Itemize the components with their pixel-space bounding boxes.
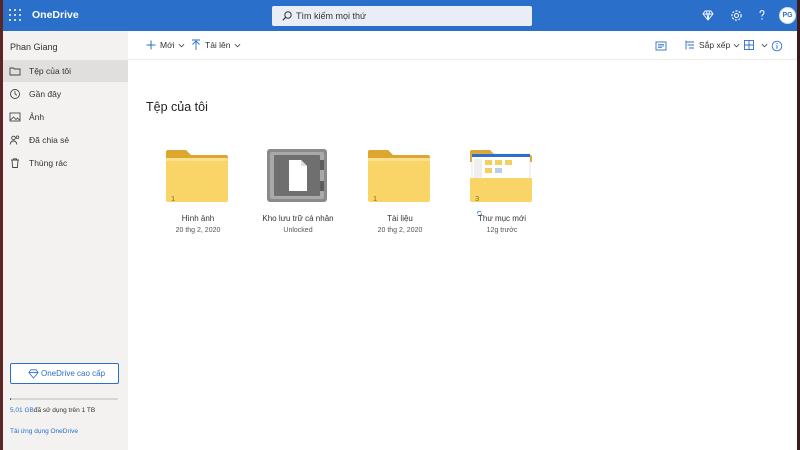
sidebar: Phan Giang Tệp của tôi Gần đây Ảnh Đã ch… xyxy=(0,31,128,450)
storage-meter-fill xyxy=(10,398,11,400)
folder-tile[interactable]: 3 Thư mục mới 12g trước xyxy=(452,148,552,248)
sidebar-item-label: Ảnh xyxy=(29,112,45,122)
main-content: Tệp của tôi 1 Hình ảnh 20 thg 2, 2020 Kh… xyxy=(128,60,778,450)
tile-name[interactable]: Tài liệu xyxy=(350,214,450,223)
upload-button-label: Tải lên xyxy=(205,40,231,50)
tile-name[interactable]: Kho lưu trữ cá nhân xyxy=(248,214,348,223)
sidebar-item-recent[interactable]: Gần đây xyxy=(0,83,128,105)
chevron-down-icon xyxy=(761,43,768,47)
storage-total: đã sử dụng trên 1 TB xyxy=(33,407,96,414)
details-pane-icon[interactable] xyxy=(655,40,667,52)
top-bar: OneDrive PG xyxy=(0,0,800,31)
folder-tile[interactable]: 1 Tài liệu 20 thg 2, 2020 xyxy=(350,148,450,248)
premium-diamond-icon xyxy=(28,369,39,379)
vault-status: Unlocked xyxy=(283,227,313,234)
premium-diamond-icon[interactable] xyxy=(701,8,715,22)
page-title: Tệp của tôi xyxy=(146,100,208,114)
app-title[interactable]: OneDrive xyxy=(32,9,79,21)
window-frame-left xyxy=(0,0,3,450)
chevron-down-icon xyxy=(234,43,240,47)
upload-arrow-icon xyxy=(192,39,200,50)
new-button[interactable]: Mới xyxy=(145,39,185,51)
upload-button[interactable]: Tải lên xyxy=(190,39,241,51)
get-apps-link[interactable]: Tải ứng dụng OneDrive xyxy=(10,428,78,435)
personal-vault-icon xyxy=(267,149,327,202)
search-box[interactable] xyxy=(272,6,532,26)
clock-icon xyxy=(10,89,20,99)
chevron-down-icon xyxy=(178,43,184,47)
sidebar-item-label: Thùng rác xyxy=(29,158,68,168)
storage-text[interactable]: 5,01 GBđã sử dụng trên 1 TB xyxy=(10,407,95,414)
tile-name[interactable]: Hình ảnh xyxy=(148,214,248,223)
premium-button-label: OneDrive cao cấp xyxy=(41,369,106,378)
avatar[interactable]: PG xyxy=(779,7,796,24)
user-name: Phan Giang xyxy=(10,42,58,52)
plus-icon xyxy=(146,40,156,50)
tile-date: 20 thg 2, 2020 xyxy=(377,227,423,234)
storage-used: 5,01 GB xyxy=(10,407,34,414)
search-input[interactable] xyxy=(296,9,516,23)
sidebar-item-photos[interactable]: Ảnh xyxy=(0,106,128,128)
tile-name[interactable]: Thư mục mới xyxy=(452,214,552,223)
sort-button[interactable]: Sắp xếp xyxy=(684,39,740,51)
command-bar: Mới Tải lên Sắp xếp xyxy=(128,31,800,60)
help-question-icon[interactable] xyxy=(755,8,769,22)
image-icon xyxy=(9,112,21,122)
sidebar-item-my-files[interactable]: Tệp của tôi xyxy=(0,60,128,82)
item-count: 1 xyxy=(171,194,176,203)
premium-button[interactable]: OneDrive cao cấp xyxy=(10,363,119,384)
chevron-down-icon xyxy=(733,43,740,47)
info-icon[interactable] xyxy=(771,40,783,52)
vault-tile[interactable]: Kho lưu trữ cá nhân Unlocked xyxy=(248,148,348,248)
sidebar-item-label: Gần đây xyxy=(29,89,62,99)
app-launcher-icon[interactable] xyxy=(9,9,21,21)
view-options-button[interactable] xyxy=(743,39,768,51)
settings-gear-icon[interactable] xyxy=(729,8,743,22)
item-count: 1 xyxy=(373,194,378,203)
storage-meter xyxy=(10,398,118,400)
item-count: 3 xyxy=(475,194,480,203)
sidebar-item-shared[interactable]: Đã chia sẻ xyxy=(0,129,128,151)
folder-tile[interactable]: 1 Hình ảnh 20 thg 2, 2020 xyxy=(148,148,248,248)
trash-icon xyxy=(11,158,19,168)
search-icon xyxy=(282,11,292,21)
onedrive-app: OneDrive PG Phan Giang Tệp của tôi Gần xyxy=(0,0,800,450)
sidebar-item-label: Đã chia sẻ xyxy=(29,135,70,145)
tile-modified: 12g trước xyxy=(486,227,518,234)
sort-icon xyxy=(685,40,694,50)
scrollbar-track[interactable] xyxy=(778,60,797,450)
grid-view-icon xyxy=(744,40,754,50)
sort-button-label: Sắp xếp xyxy=(699,40,731,50)
folder-icon xyxy=(9,67,21,76)
people-icon xyxy=(9,135,20,145)
sidebar-item-recycle-bin[interactable]: Thùng rác xyxy=(0,152,128,174)
new-button-label: Mới xyxy=(160,40,175,50)
tile-date: 20 thg 2, 2020 xyxy=(175,227,221,234)
sidebar-item-label: Tệp của tôi xyxy=(29,66,72,76)
